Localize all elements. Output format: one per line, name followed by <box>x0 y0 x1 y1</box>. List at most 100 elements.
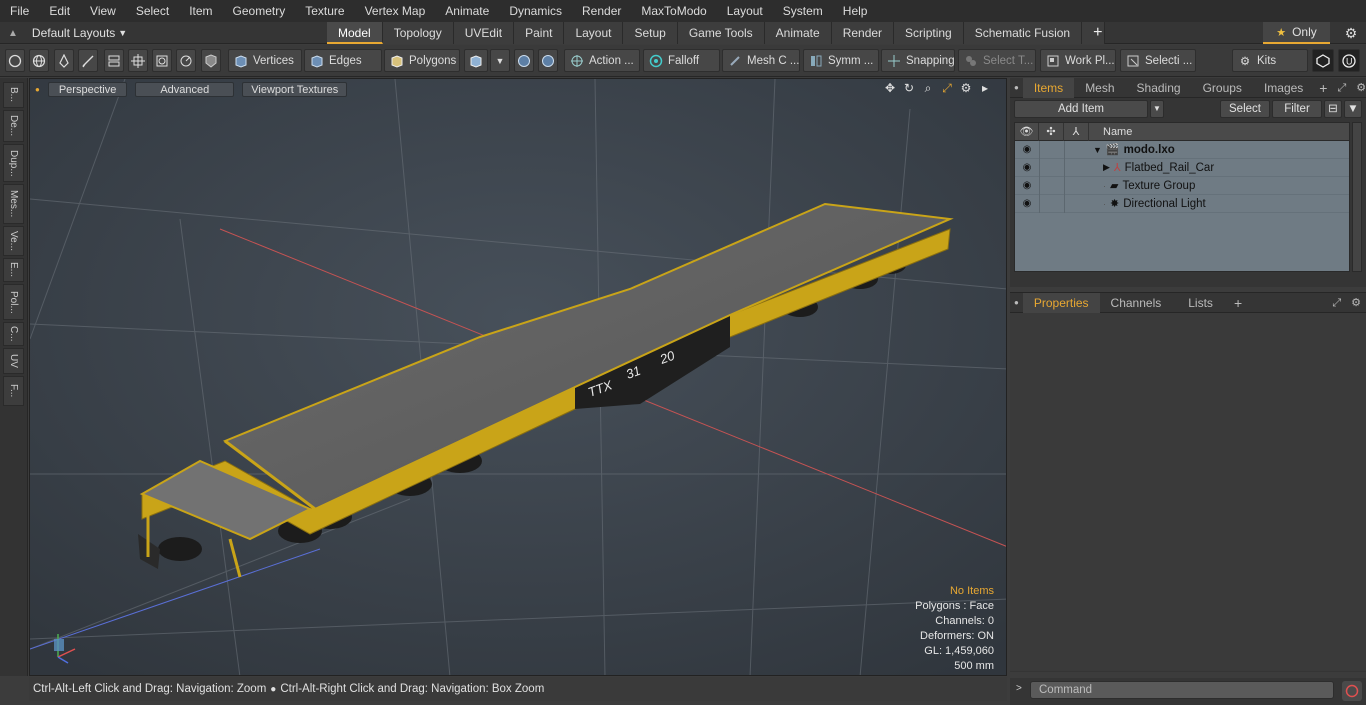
menu-edit[interactable]: Edit <box>39 0 80 22</box>
symmetry-y-icon[interactable] <box>538 49 558 72</box>
tab-schematic-fusion[interactable]: Schematic Fusion <box>963 22 1083 44</box>
action-center-button[interactable]: Action ... <box>564 49 640 72</box>
vertices-button[interactable]: Vertices <box>228 49 302 72</box>
tree-row-light[interactable]: ◉ · ✸ Directional Light <box>1015 194 1349 213</box>
left-tab-vertex[interactable]: Ve... <box>3 226 24 256</box>
tab-images[interactable]: Images <box>1253 78 1314 98</box>
tab-paint[interactable]: Paint <box>514 22 565 44</box>
unity-icon[interactable] <box>1312 49 1334 72</box>
snapping-button[interactable]: Snapping <box>881 49 955 72</box>
visibility-eye-icon[interactable]: ◉ <box>1015 198 1039 209</box>
box-select-icon[interactable] <box>152 49 172 72</box>
tab-items[interactable]: Items <box>1022 77 1075 98</box>
left-tab-polygon[interactable]: Pol... <box>3 284 24 320</box>
symmetry-button[interactable]: Symm ... <box>803 49 879 72</box>
tab-channels[interactable]: Channels <box>1100 293 1173 313</box>
move-view-icon[interactable]: ✥ <box>883 81 897 95</box>
edges-button[interactable]: Edges <box>304 49 382 72</box>
globe-icon[interactable] <box>29 49 49 72</box>
menu-file[interactable]: File <box>0 0 39 22</box>
viewport-menu-dot-icon[interactable]: ● <box>35 85 40 94</box>
add-panel-tab-icon[interactable]: + <box>1229 293 1247 313</box>
tree-row-texture-group[interactable]: ◉ · ▰ Texture Group <box>1015 176 1349 195</box>
menu-help[interactable]: Help <box>833 0 878 22</box>
menu-render[interactable]: Render <box>572 0 631 22</box>
menu-item[interactable]: Item <box>179 0 222 22</box>
tree-scrollbar[interactable] <box>1352 122 1362 272</box>
unreal-icon[interactable]: U <box>1338 49 1360 72</box>
pen-tool-icon[interactable] <box>54 49 74 72</box>
visibility-column-eye-icon[interactable]: 👁 <box>1015 122 1039 141</box>
lasso-icon[interactable] <box>176 49 196 72</box>
left-tab-fusion[interactable]: F... <box>3 376 24 406</box>
left-tab-deform[interactable]: De... <box>3 110 24 142</box>
name-column-header[interactable]: Name <box>1089 123 1349 141</box>
advanced-button[interactable]: Advanced <box>135 81 235 97</box>
select-through-button[interactable]: Select T... <box>958 49 1036 72</box>
select-button[interactable]: Select <box>1220 100 1270 118</box>
panel-gear-icon[interactable]: ⚙ <box>1351 78 1366 98</box>
falloff-button[interactable]: Falloff <box>643 49 720 72</box>
tab-layout[interactable]: Layout <box>564 22 624 44</box>
panel-gear-icon[interactable]: ⚙ <box>1346 293 1366 313</box>
tab-topology[interactable]: Topology <box>382 22 454 44</box>
menu-dynamics[interactable]: Dynamics <box>499 0 572 22</box>
tab-uvedit[interactable]: UVEdit <box>453 22 515 44</box>
tab-model[interactable]: Model <box>327 22 383 44</box>
center-icon[interactable] <box>128 49 148 72</box>
left-tab-edge[interactable]: E... <box>3 258 24 282</box>
menu-view[interactable]: View <box>80 0 126 22</box>
tab-shading[interactable]: Shading <box>1126 78 1192 98</box>
expand-panel-icon[interactable]: ⤢ <box>1327 293 1346 313</box>
gear-icon[interactable]: ⚙ <box>1336 22 1366 44</box>
command-input[interactable]: Command <box>1030 681 1334 699</box>
tab-render[interactable]: Render <box>831 22 895 44</box>
selection-sets-button[interactable]: Selecti ... <box>1120 49 1196 72</box>
align-icon[interactable] <box>104 49 124 72</box>
rotate-view-icon[interactable]: ↻ <box>902 81 916 95</box>
menu-vertex-map[interactable]: Vertex Map <box>355 0 436 22</box>
visibility-eye-icon[interactable]: ◉ <box>1015 180 1039 191</box>
record-macro-icon[interactable] <box>1342 681 1362 701</box>
add-item-dropdown-icon[interactable]: ▼ <box>1150 100 1164 118</box>
tab-mesh[interactable]: Mesh ... <box>1074 78 1125 115</box>
filter-button[interactable]: Filter <box>1272 100 1322 118</box>
kits-button[interactable]: ⚙ Kits <box>1232 49 1308 72</box>
left-tab-uv[interactable]: UV <box>3 348 24 374</box>
add-item-button[interactable]: Add Item <box>1014 100 1148 118</box>
layout-dropdown[interactable]: ▲ Default Layouts ▼ <box>8 22 127 44</box>
add-panel-tab-icon[interactable]: + <box>1314 78 1332 98</box>
menu-geometry[interactable]: Geometry <box>223 0 296 22</box>
collapse-icon[interactable]: ▲ <box>8 28 18 39</box>
add-tab-icon[interactable]: + <box>1082 22 1106 44</box>
viewport-textures-button[interactable]: Viewport Textures <box>242 81 348 97</box>
visibility-eye-icon[interactable]: ◉ <box>1015 144 1039 155</box>
symmetry-x-icon[interactable] <box>514 49 534 72</box>
tab-animate[interactable]: Animate <box>764 22 832 44</box>
tab-scripting[interactable]: Scripting <box>894 22 964 44</box>
expand-arrow-icon[interactable]: ▶ <box>1103 162 1110 173</box>
expand-arrow-icon[interactable]: ▼ <box>1093 145 1102 155</box>
left-tab-mesh-edit[interactable]: Mes... <box>3 184 24 224</box>
tree-row-mesh[interactable]: ◉ ▶ ⅄ Flatbed_Rail_Car <box>1015 158 1349 177</box>
left-tab-duplicate[interactable]: Dup... <box>3 144 24 182</box>
lock-column-icon[interactable]: ✣ <box>1039 122 1064 141</box>
tree-row-scene[interactable]: ◉ ▼ 🎬 modo.lxo <box>1015 140 1349 159</box>
polygons-button[interactable]: Polygons <box>384 49 460 72</box>
viewport-settings-icon[interactable]: ⚙ <box>959 81 973 95</box>
tab-game-tools[interactable]: Game Tools <box>677 22 765 44</box>
menu-select[interactable]: Select <box>126 0 179 22</box>
funnel-filter-icon[interactable]: ▼ <box>1344 100 1362 118</box>
menu-maxtomodo[interactable]: MaxToModo <box>631 0 716 22</box>
viewport-expand-icon[interactable]: ▸ <box>978 81 992 95</box>
shield-icon[interactable] <box>201 49 221 72</box>
mesh-constraint-button[interactable]: Mesh C ... <box>722 49 800 72</box>
menu-animate[interactable]: Animate <box>435 0 499 22</box>
visibility-eye-icon[interactable]: ◉ <box>1015 162 1039 173</box>
expand-panel-icon[interactable]: ⤢ <box>1332 78 1351 98</box>
tab-setup[interactable]: Setup <box>623 22 678 44</box>
select-circle-icon[interactable] <box>5 49 25 72</box>
zoom-view-icon[interactable]: ⌕ <box>921 81 935 95</box>
panel-menu-dot-icon[interactable]: ● <box>1010 293 1023 313</box>
perspective-button[interactable]: Perspective <box>47 81 128 97</box>
